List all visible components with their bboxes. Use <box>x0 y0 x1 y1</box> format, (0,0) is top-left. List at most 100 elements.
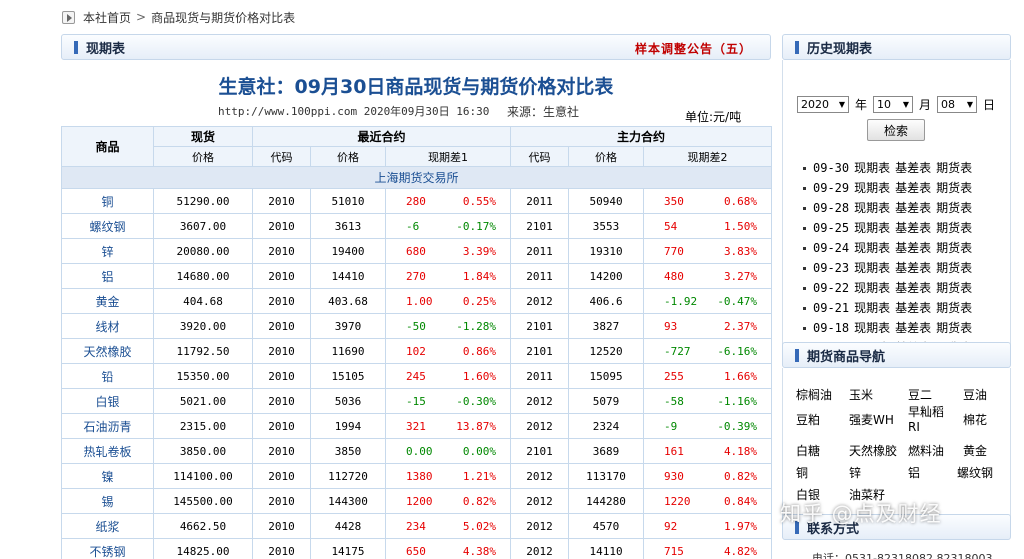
futures-link[interactable]: 期货表 <box>936 298 972 318</box>
nav-commodity-link[interactable]: 燃料油 <box>908 442 944 459</box>
diff2-percent: 3.27% <box>723 269 758 283</box>
recent-price: 14410 <box>310 263 386 289</box>
commodity-name[interactable]: 锌 <box>61 238 154 264</box>
commodity-name[interactable]: 铝 <box>61 263 154 289</box>
nav-commodity-link[interactable]: 早籼稻RI <box>908 405 954 435</box>
futures-link[interactable]: 期货表 <box>936 198 972 218</box>
day-select[interactable]: 08 ▼ <box>937 96 978 113</box>
spot-futures-link[interactable]: 现期表 <box>854 318 890 338</box>
basis-link[interactable]: 基差表 <box>895 158 931 178</box>
diff2-percent: 0.68% <box>723 194 758 208</box>
futures-link[interactable]: 期货表 <box>936 258 972 278</box>
spot-price: 11792.50 <box>153 338 253 364</box>
spot-futures-link[interactable]: 现期表 <box>854 238 890 258</box>
recent-price: 51010 <box>310 188 386 214</box>
nav-commodity-link[interactable]: 白糖 <box>796 442 820 459</box>
month-label: 月 <box>919 98 932 112</box>
diff1-cell: 321 13.87% <box>384 413 512 439</box>
basis-link[interactable]: 基差表 <box>895 298 931 318</box>
watermark: 知乎 @点及财经 <box>780 502 942 526</box>
nav-commodity-link[interactable]: 棕榈油 <box>796 386 832 403</box>
diff1-cell: 280 0.55% <box>384 188 512 214</box>
notice-link[interactable]: 样本调整公告（五） <box>635 40 752 57</box>
basis-link[interactable]: 基差表 <box>895 198 931 218</box>
diff2-value: 480 <box>664 269 684 283</box>
breadcrumb-home-link[interactable]: 本社首页 <box>83 9 131 26</box>
nav-commodity-link[interactable]: 棉花 <box>963 411 987 428</box>
commodity-name[interactable]: 线材 <box>61 313 154 339</box>
month-value: 10 <box>877 98 892 111</box>
diff1-percent: 0.00% <box>462 444 497 458</box>
futures-link[interactable]: 期货表 <box>936 238 972 258</box>
nav-commodity-link[interactable]: 螺纹钢 <box>957 464 993 481</box>
nav-commodity-link[interactable]: 铝 <box>908 464 920 481</box>
futures-link[interactable]: 期货表 <box>936 178 972 198</box>
commodity-name[interactable]: 黄金 <box>61 288 154 314</box>
spot-futures-link[interactable]: 现期表 <box>854 278 890 298</box>
nav-commodity-link[interactable]: 铜 <box>796 464 808 481</box>
table-row: 天然橡胶 11792.50 2010 11690 102 0.86% 2101 12520 -7… <box>61 338 773 364</box>
nav-commodity-link[interactable]: 豆油 <box>963 386 987 403</box>
nav-commodity-link[interactable]: 玉米 <box>849 386 873 403</box>
header-spot: 现货 <box>153 126 253 147</box>
futures-link[interactable]: 期货表 <box>936 218 972 238</box>
diff2-cell: 715 4.82% <box>643 538 773 559</box>
commodity-name[interactable]: 锡 <box>61 488 154 514</box>
table-row: 纸浆 4662.50 2010 4428 234 5.02% 2012 4570 92 1.97% <box>61 513 773 539</box>
bullet-icon <box>803 307 806 310</box>
spot-futures-link[interactable]: 现期表 <box>854 178 890 198</box>
nav-commodity-link[interactable]: 强麦WH <box>849 411 894 428</box>
spot-futures-link[interactable]: 现期表 <box>854 298 890 318</box>
spot-futures-link[interactable]: 现期表 <box>854 158 890 178</box>
futures-link[interactable]: 期货表 <box>936 318 972 338</box>
commodity-name[interactable]: 天然橡胶 <box>61 338 154 364</box>
spot-futures-link[interactable]: 现期表 <box>854 198 890 218</box>
history-item: 09-24 现期表 基差表 期货表 <box>803 238 977 258</box>
nav-commodity-link[interactable]: 锌 <box>849 464 861 481</box>
main-panel-header: 现期表 样本调整公告（五） <box>61 34 771 60</box>
history-item: 09-21 现期表 基差表 期货表 <box>803 298 977 318</box>
commodity-name[interactable]: 热轧卷板 <box>61 438 154 464</box>
bar-icon <box>74 40 78 54</box>
basis-link[interactable]: 基差表 <box>895 278 931 298</box>
futures-link[interactable]: 期货表 <box>936 158 972 178</box>
basis-link[interactable]: 基差表 <box>895 218 931 238</box>
main-price: 50940 <box>568 188 645 214</box>
diff1-value: -15 <box>406 394 426 408</box>
basis-link[interactable]: 基差表 <box>895 258 931 278</box>
commodity-name[interactable]: 螺纹钢 <box>61 213 154 239</box>
commodity-name[interactable]: 铜 <box>61 188 154 214</box>
nav-commodity-link[interactable]: 豆二 <box>908 386 932 403</box>
commodity-name[interactable]: 白银 <box>61 388 154 414</box>
recent-price: 3970 <box>310 313 386 339</box>
commodity-name[interactable]: 石油沥青 <box>61 413 154 439</box>
diff1-value: 0.00 <box>406 444 433 458</box>
history-date: 09-24 <box>813 241 850 255</box>
basis-link[interactable]: 基差表 <box>895 238 931 258</box>
spot-futures-link[interactable]: 现期表 <box>854 258 890 278</box>
commodity-name[interactable]: 镍 <box>61 463 154 489</box>
search-button[interactable]: 检索 <box>867 119 925 141</box>
year-select[interactable]: 2020 ▼ <box>797 96 849 113</box>
nav-commodity-link[interactable]: 豆粕 <box>796 411 820 428</box>
commodity-name[interactable]: 铅 <box>61 363 154 389</box>
diff2-percent: 3.83% <box>723 244 758 258</box>
month-select[interactable]: 10 ▼ <box>873 96 914 113</box>
basis-link[interactable]: 基差表 <box>895 318 931 338</box>
diff1-value: 1380 <box>406 469 433 483</box>
diff1-value: 270 <box>406 269 426 283</box>
chevron-down-icon: ▼ <box>902 100 910 109</box>
basis-link[interactable]: 基差表 <box>895 178 931 198</box>
nav-commodity-link[interactable]: 黄金 <box>963 442 987 459</box>
main-price: 3827 <box>568 313 645 339</box>
diff2-value: 770 <box>664 244 684 258</box>
futures-link[interactable]: 期货表 <box>936 278 972 298</box>
history-date: 09-28 <box>813 201 850 215</box>
diff2-cell: 350 0.68% <box>643 188 773 214</box>
commodity-name[interactable]: 不锈钢 <box>61 538 154 559</box>
diff1-percent: -0.17% <box>456 219 497 233</box>
commodity-name[interactable]: 纸浆 <box>61 513 154 539</box>
bullet-icon <box>803 327 806 330</box>
spot-futures-link[interactable]: 现期表 <box>854 218 890 238</box>
nav-commodity-link[interactable]: 天然橡胶 <box>849 442 897 459</box>
